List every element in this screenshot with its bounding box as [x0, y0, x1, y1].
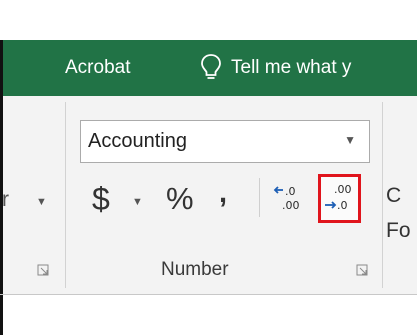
number-format-value: Accounting: [88, 130, 187, 152]
chevron-down-icon[interactable]: ▼: [344, 133, 356, 147]
svg-text:.0: .0: [285, 185, 296, 198]
decrease-decimal-button[interactable]: .00 .0: [318, 174, 361, 223]
increase-decimal-button[interactable]: .0 .00: [272, 182, 306, 216]
group-divider-left: [65, 102, 66, 288]
accounting-format-button[interactable]: $: [92, 181, 110, 218]
comma-style-button[interactable]: ,: [219, 177, 227, 210]
decrease-decimal-icon: .00 .0: [325, 183, 352, 212]
number-format-select[interactable]: Accounting ▼: [80, 120, 370, 163]
button-separator: [259, 178, 260, 217]
svg-text:.00: .00: [282, 199, 300, 212]
dialog-launcher-icon[interactable]: [37, 264, 49, 276]
excel-ribbon-crop: Acrobat Tell me what y r ▼ Accounting ▼ …: [0, 0, 417, 335]
number-group-label: Number: [161, 259, 229, 280]
conditional-formatting-partial-label-top[interactable]: C: [386, 184, 401, 208]
svg-text:.00: .00: [334, 183, 352, 196]
number-dialog-launcher-icon[interactable]: [356, 264, 368, 276]
group-divider-right: [382, 102, 383, 288]
ribbon-tab-bar: Acrobat Tell me what y: [0, 40, 417, 96]
accounting-format-chevron-down-icon[interactable]: ▼: [132, 196, 143, 208]
partial-chevron-down-icon[interactable]: ▼: [36, 196, 47, 208]
below-ribbon-area: [0, 295, 417, 335]
top-white-strip: [0, 0, 417, 40]
tell-me-label: Tell me what y: [231, 57, 352, 78]
tell-me-search[interactable]: Tell me what y: [199, 52, 351, 84]
partial-alignment-label: r: [2, 188, 9, 211]
lightbulb-icon: [201, 54, 221, 79]
increase-decimal-icon: .0 .00: [273, 185, 300, 212]
tab-acrobat[interactable]: Acrobat: [65, 57, 130, 79]
percent-style-button[interactable]: %: [166, 181, 194, 217]
conditional-formatting-partial-label-bottom[interactable]: Fo: [386, 219, 411, 243]
svg-text:.0: .0: [337, 199, 348, 212]
